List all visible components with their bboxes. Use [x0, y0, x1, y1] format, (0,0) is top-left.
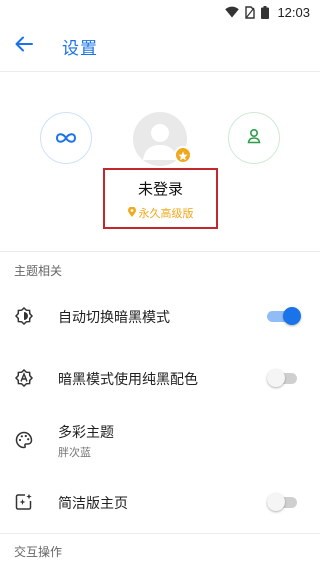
star-icon [178, 146, 188, 165]
section-header-theme: 主题相关 [14, 264, 63, 278]
section-divider [0, 533, 320, 534]
back-button[interactable] [12, 36, 36, 56]
login-status-label: 未登录 [137, 180, 183, 198]
infinity-button[interactable] [40, 112, 92, 164]
pure-black-toggle[interactable] [267, 369, 301, 387]
no-sim-icon [245, 5, 256, 19]
toggle-knob [267, 493, 285, 511]
app-bar-divider [0, 71, 320, 72]
setting-label: 多彩主题 [58, 425, 114, 441]
infinity-icon [55, 129, 77, 148]
home-sparkle-icon [14, 492, 34, 512]
membership-tag: 永久高级版 [105, 205, 216, 221]
location-pin-icon [127, 206, 136, 220]
setting-pure-black[interactable]: 暗黑模式使用纯黑配色 [0, 358, 320, 398]
setting-subtitle: 胖次蓝 [58, 446, 91, 459]
setting-label: 简洁版主页 [58, 496, 128, 512]
toggle-knob [283, 307, 301, 325]
login-status-card[interactable]: 未登录 永久高级版 [103, 168, 218, 229]
setting-auto-dark-mode[interactable]: 自动切换暗黑模式 [0, 296, 320, 336]
font-a-icon [14, 368, 34, 388]
toggle-knob [267, 369, 285, 387]
membership-tag-label: 永久高级版 [138, 207, 194, 220]
wifi-icon [225, 6, 240, 18]
auto-dark-mode-toggle[interactable] [267, 307, 301, 325]
account-button[interactable] [228, 112, 280, 164]
status-time: 12:03 [277, 4, 310, 20]
setting-label: 自动切换暗黑模式 [58, 310, 170, 326]
person-icon [246, 128, 262, 148]
palette-icon [14, 430, 34, 450]
simple-home-toggle[interactable] [267, 493, 301, 511]
setting-colorful-theme[interactable]: 多彩主题 胖次蓝 [0, 418, 320, 462]
section-header-interaction: 交互操作 [14, 545, 63, 559]
brightness-auto-icon [14, 306, 34, 326]
setting-label: 暗黑模式使用纯黑配色 [58, 372, 198, 388]
arrow-back-icon [15, 36, 33, 56]
page-title: 设置 [62, 39, 98, 59]
setting-simple-home[interactable]: 简洁版主页 [0, 482, 320, 522]
avatar-badge [174, 146, 192, 164]
profile-divider [0, 251, 320, 252]
app-bar: 设置 [0, 24, 320, 68]
battery-icon [261, 5, 270, 19]
status-bar: 12:03 [0, 0, 320, 24]
